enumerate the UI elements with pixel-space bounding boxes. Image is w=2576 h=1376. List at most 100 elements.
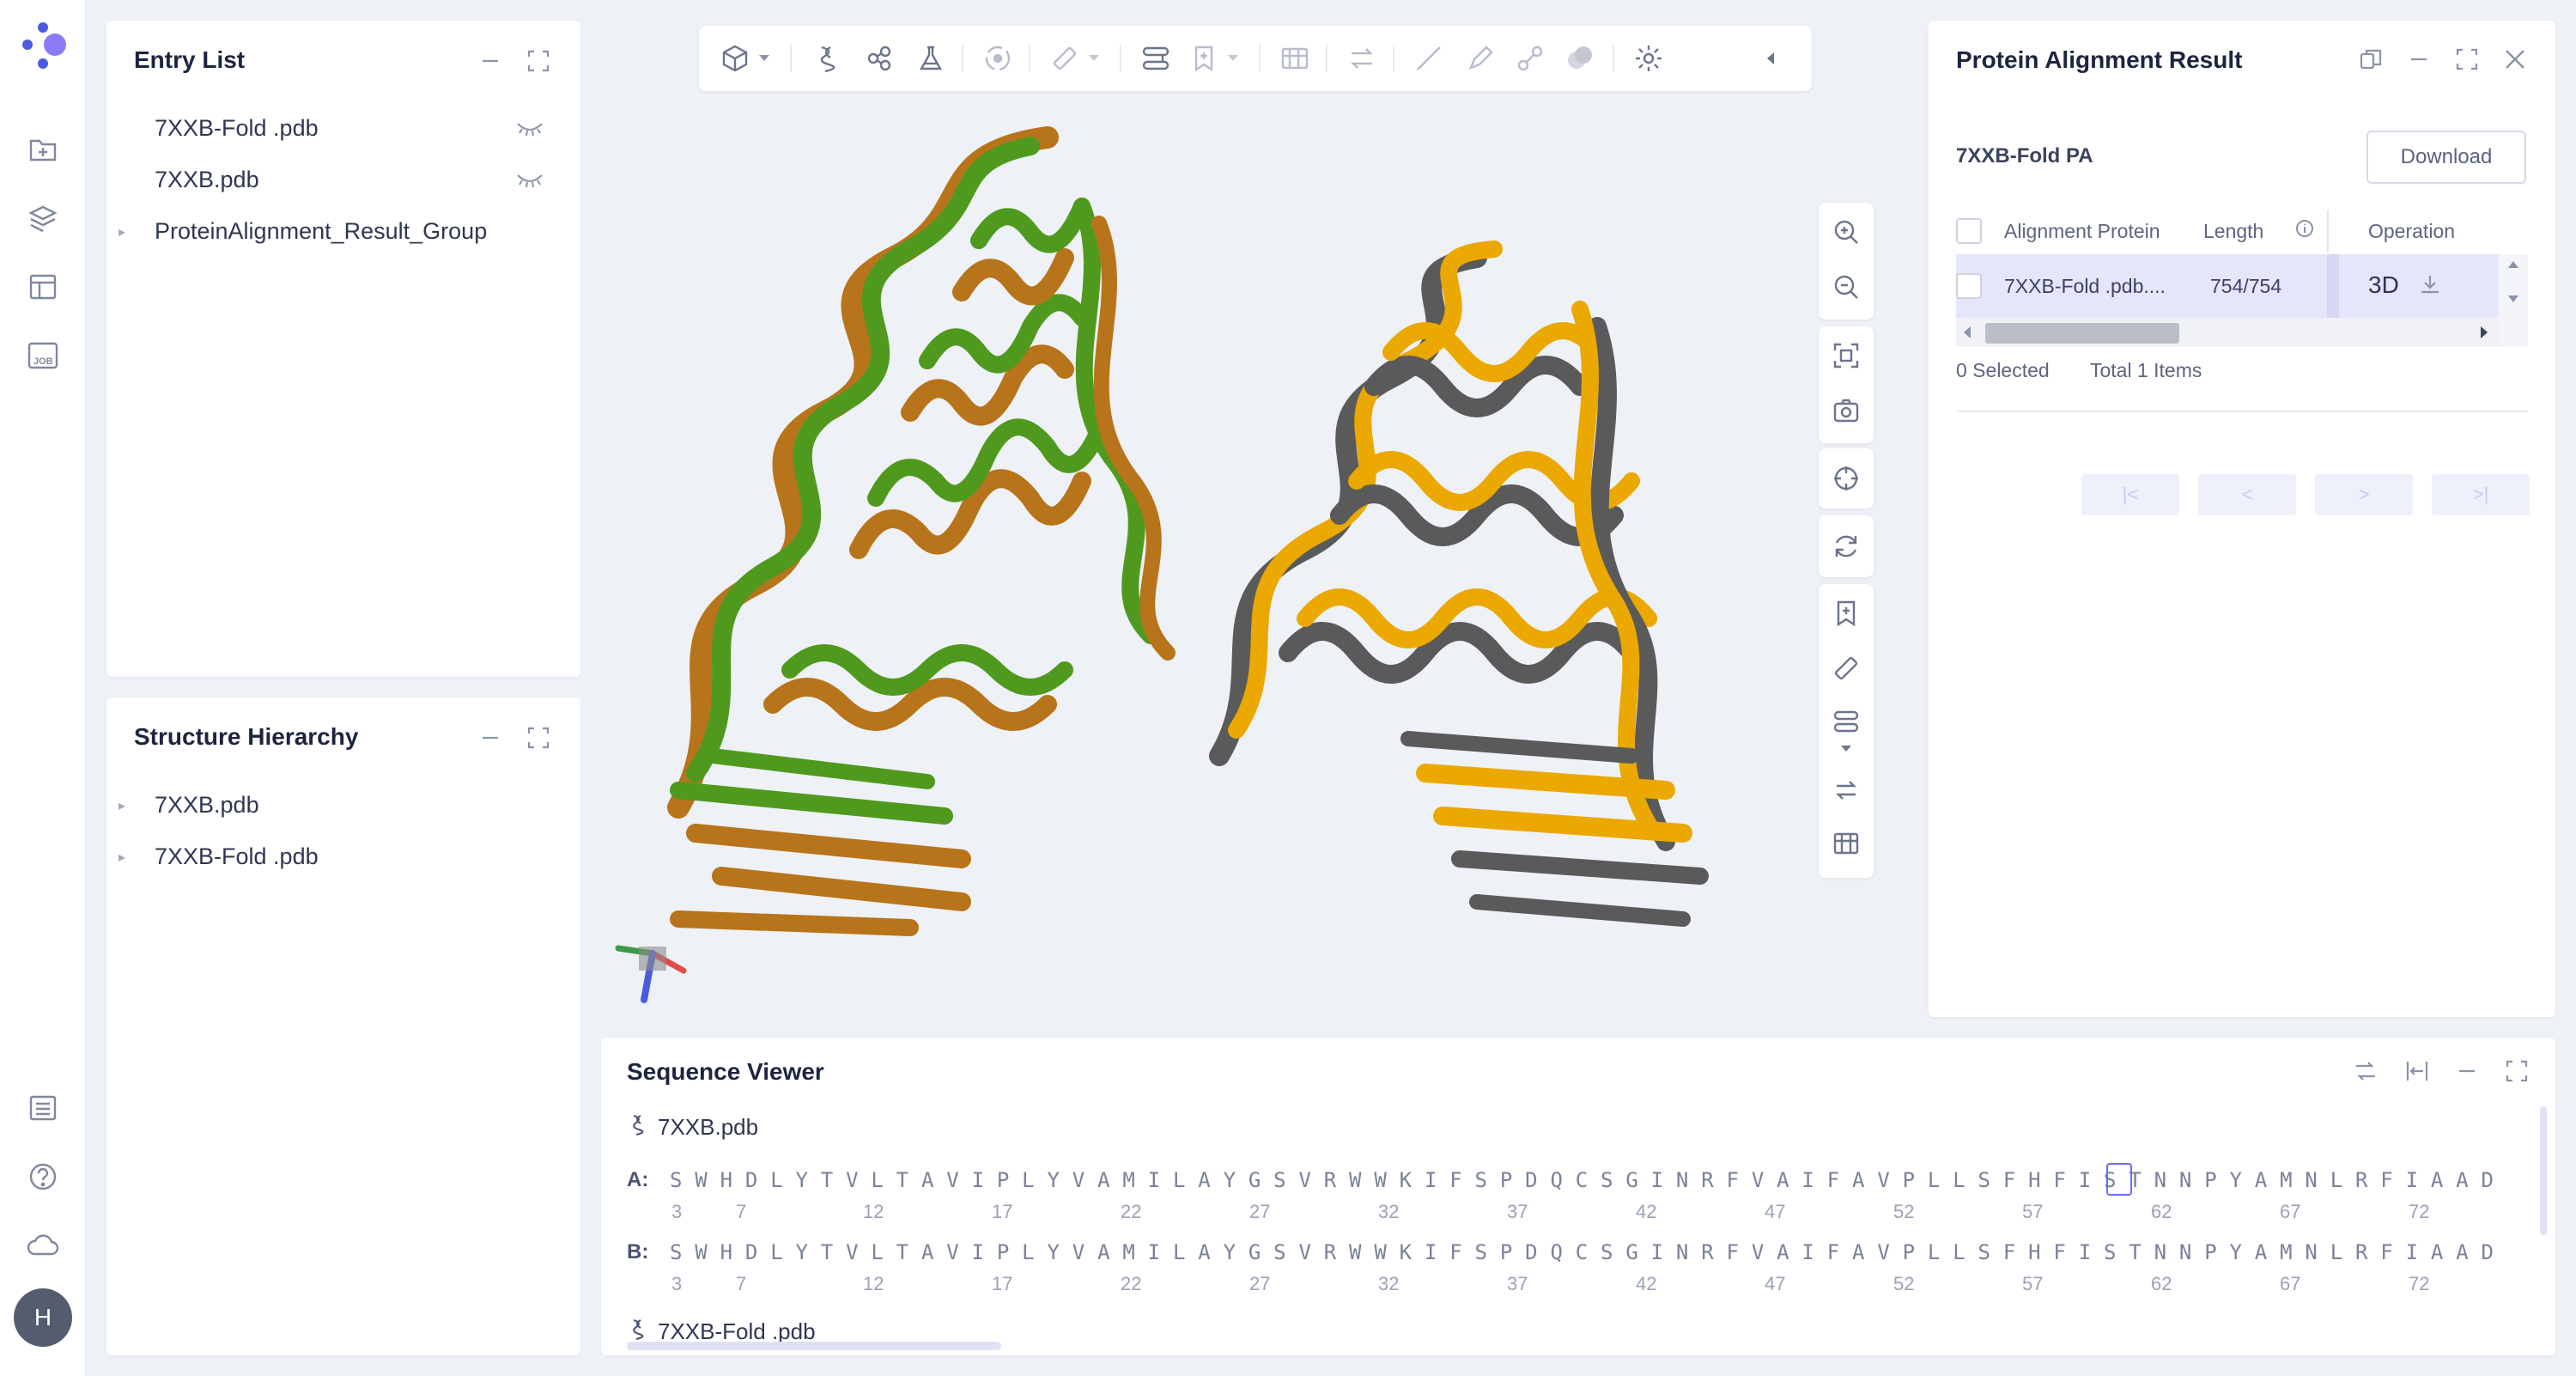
- row-checkbox[interactable]: [1956, 273, 1982, 299]
- alignment-subtitle: 7XXB-Fold PA: [1956, 144, 2093, 167]
- chevron-down-icon[interactable]: [1829, 739, 1863, 759]
- view-3d-button[interactable]: 3D: [2368, 271, 2399, 299]
- chain-label: A:: [627, 1168, 649, 1191]
- zoom-out-icon[interactable]: [1829, 270, 1863, 304]
- line-icon[interactable]: [1412, 41, 1446, 76]
- new-folder-icon[interactable]: [26, 132, 60, 167]
- sequence-horizontal-scrollbar[interactable]: [627, 1342, 1001, 1350]
- zoom-tools: [1819, 203, 1874, 320]
- help-icon[interactable]: [26, 1160, 60, 1194]
- copy-icon[interactable]: [2356, 45, 2385, 74]
- sequence-vertical-scrollbar[interactable]: [2540, 1106, 2547, 1235]
- job-icon[interactable]: JOB: [26, 338, 60, 373]
- settings-icon[interactable]: [1631, 41, 1666, 76]
- close-icon[interactable]: [2500, 45, 2530, 74]
- table-row[interactable]: 7XXB-Fold .pdb.... 754/754 3D: [1956, 254, 2499, 318]
- alignment-result-title: Protein Alignment Result: [1956, 46, 2243, 73]
- flask-icon[interactable]: [914, 41, 948, 76]
- table-icon[interactable]: [26, 270, 60, 304]
- svg-text:JOB: JOB: [33, 356, 53, 367]
- route-icon[interactable]: [1139, 41, 1173, 76]
- entry-group-item[interactable]: ▸ ProteinAlignment_Result_Group: [118, 218, 487, 245]
- structure-hierarchy-title: Structure Hierarchy: [134, 723, 359, 750]
- route-icon[interactable]: [1829, 704, 1863, 739]
- entry-list-panel: Entry List 7XXB-Fold .pdb 7XXB.pdb ▸ Pro…: [106, 21, 580, 677]
- logo-icon[interactable]: [15, 19, 70, 74]
- map-icon[interactable]: [1278, 41, 1312, 76]
- hierarchy-item[interactable]: ▸ 7XXB-Fold .pdb: [118, 843, 319, 870]
- download-button[interactable]: Download: [2366, 131, 2526, 184]
- cube-icon[interactable]: [718, 41, 752, 76]
- table-vertical-scrollbar[interactable]: [2499, 254, 2528, 347]
- last-page-button[interactable]: >|: [2432, 474, 2530, 515]
- map-icon[interactable]: [1829, 826, 1863, 861]
- camera-icon[interactable]: [1829, 393, 1863, 428]
- swap-icon[interactable]: [2351, 1056, 2380, 1086]
- download-icon[interactable]: [2418, 273, 2442, 302]
- residue-cursor: [2106, 1163, 2132, 1196]
- bookmark-icon[interactable]: [1187, 41, 1221, 76]
- link-icon[interactable]: [1513, 41, 1547, 76]
- pencil-icon[interactable]: [1463, 41, 1498, 76]
- collapse-icon[interactable]: [1760, 41, 1781, 76]
- capture-tools: [1819, 326, 1874, 443]
- sequence-residues[interactable]: S W H D L Y T V L T A V I P L Y V A M I …: [670, 1240, 2494, 1264]
- sequence-viewer-title: Sequence Viewer: [627, 1058, 824, 1085]
- chevron-down-icon[interactable]: [1223, 41, 1243, 76]
- maximize-icon[interactable]: [524, 46, 553, 76]
- molecule-viewer-canvas[interactable]: [601, 103, 1820, 1031]
- caret-right-icon[interactable]: ▸: [118, 797, 144, 814]
- sequence-residues[interactable]: S W H D L Y T V L T A V I P L Y V A M I …: [670, 1168, 2494, 1192]
- row-protein-name: 7XXB-Fold .pdb....: [2004, 275, 2166, 297]
- rotate-icon[interactable]: [1829, 529, 1863, 563]
- eye-closed-icon[interactable]: [515, 120, 544, 137]
- align-icon[interactable]: [2403, 1056, 2432, 1086]
- prev-page-button[interactable]: <: [2198, 474, 2296, 515]
- chevron-down-icon[interactable]: [1084, 41, 1104, 76]
- helix-icon[interactable]: [811, 41, 845, 76]
- selected-count: 0 Selected: [1956, 359, 2050, 381]
- minimize-icon[interactable]: [476, 46, 505, 76]
- minimize-icon[interactable]: [2404, 45, 2433, 74]
- zoom-in-icon[interactable]: [1829, 215, 1863, 249]
- entry-item[interactable]: 7XXB.pdb: [155, 167, 259, 193]
- avatar[interactable]: H: [14, 1288, 72, 1347]
- center-tools: [1819, 448, 1874, 508]
- next-page-button[interactable]: >: [2315, 474, 2413, 515]
- maximize-icon[interactable]: [524, 723, 553, 752]
- cloud-icon[interactable]: [26, 1228, 60, 1263]
- ruler-icon[interactable]: [1048, 41, 1082, 76]
- axes-gizmo: [610, 928, 696, 1014]
- eye-closed-icon[interactable]: [515, 172, 544, 189]
- maximize-icon[interactable]: [2502, 1056, 2531, 1086]
- bookmark-add-icon[interactable]: [1829, 596, 1863, 630]
- target-icon[interactable]: [981, 41, 1015, 76]
- minimize-icon[interactable]: [2452, 1056, 2482, 1086]
- caret-right-icon[interactable]: ▸: [118, 223, 144, 240]
- info-icon[interactable]: [2294, 218, 2315, 244]
- table-horizontal-scrollbar[interactable]: [1956, 318, 2499, 347]
- alignment-result-panel: Protein Alignment Result 7XXB-Fold PA Do…: [1929, 21, 2555, 1017]
- crosshair-icon[interactable]: [1829, 461, 1863, 496]
- maximize-icon[interactable]: [2452, 45, 2482, 74]
- minimize-icon[interactable]: [476, 723, 505, 752]
- layers-icon[interactable]: [26, 201, 60, 235]
- annotation-tools: [1819, 584, 1874, 878]
- swap-icon[interactable]: [1345, 41, 1379, 76]
- chevron-down-icon[interactable]: [754, 41, 775, 76]
- surface-icon[interactable]: [1563, 41, 1597, 76]
- select-all-checkbox[interactable]: [1956, 218, 1982, 244]
- hierarchy-item[interactable]: ▸ 7XXB.pdb: [118, 792, 259, 819]
- fit-icon[interactable]: [1829, 338, 1863, 373]
- entry-list-title: Entry List: [134, 46, 246, 73]
- entry-item[interactable]: 7XXB-Fold .pdb: [155, 115, 319, 142]
- swap-icon[interactable]: [1829, 773, 1863, 807]
- structure-hierarchy-panel: Structure Hierarchy ▸ 7XXB.pdb ▸ 7XXB-Fo…: [106, 697, 580, 1355]
- list-icon[interactable]: [26, 1091, 60, 1125]
- caret-right-icon[interactable]: ▸: [118, 849, 144, 866]
- molecule-icon[interactable]: [862, 41, 896, 76]
- ruler-icon[interactable]: [1829, 651, 1863, 685]
- sequence-viewer-panel: Sequence Viewer 7XXB.pdb A: S W H D L Y …: [601, 1038, 2555, 1355]
- helix-icon: [627, 1113, 649, 1142]
- first-page-button[interactable]: |<: [2081, 474, 2179, 515]
